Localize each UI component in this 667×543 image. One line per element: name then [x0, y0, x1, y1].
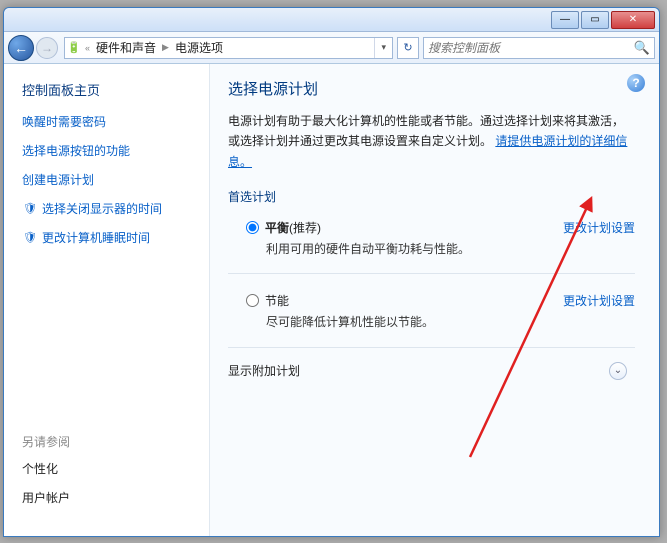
minimize-icon: — — [560, 14, 570, 25]
chevron-down-icon: ⌄ — [614, 365, 622, 376]
maximize-button[interactable]: ▭ — [581, 11, 609, 29]
breadcrumb-seg-hardware[interactable]: 硬件和声音 — [92, 39, 160, 56]
sidebar-link-label: 用户帐户 — [22, 489, 70, 506]
additional-plans-row[interactable]: 显示附加计划 ⌄ — [228, 362, 635, 380]
plan-powersaver-desc: 尽可能降低计算机性能以节能。 — [246, 313, 563, 332]
content-area: 控制面板主页 唤醒时需要密码 选择电源按钮的功能 创建电源计划 🛡选择关闭显示器… — [4, 64, 659, 536]
address-dropdown[interactable]: ▾ — [374, 38, 392, 58]
separator — [228, 347, 635, 348]
sidebar: 控制面板主页 唤醒时需要密码 选择电源按钮的功能 创建电源计划 🛡选择关闭显示器… — [4, 64, 209, 536]
control-panel-icon: 🔋 — [65, 41, 83, 54]
additional-plans-label: 显示附加计划 — [228, 362, 300, 379]
intro-text: 电源计划有助于最大化计算机的性能或者节能。通过选择计划来将其激活，或选择计划并通… — [228, 111, 635, 172]
maximize-icon: ▭ — [590, 14, 599, 25]
forward-button[interactable]: → — [36, 37, 58, 59]
search-icon: 🔍 — [634, 40, 650, 56]
chevron-right-icon: « — [83, 43, 92, 53]
back-arrow-icon: ← — [14, 40, 28, 56]
change-plan-link-powersaver[interactable]: 更改计划设置 — [563, 292, 635, 309]
navigation-bar: ← → 🔋 « 硬件和声音 ▶ 电源选项 ▾ ↻ 🔍 — [4, 32, 659, 64]
change-plan-link-balanced[interactable]: 更改计划设置 — [563, 219, 635, 236]
help-icon[interactable]: ? — [627, 74, 645, 92]
plan-balanced-radio[interactable]: 平衡 (推荐) — [246, 219, 563, 236]
sidebar-link-label: 选择电源按钮的功能 — [22, 142, 130, 159]
titlebar: — ▭ ✕ — [4, 8, 659, 32]
see-also-label: 另请参阅 — [22, 433, 70, 450]
sidebar-link-label: 选择关闭显示器的时间 — [42, 200, 162, 217]
separator — [228, 273, 635, 274]
breadcrumb-seg-power[interactable]: 电源选项 — [171, 39, 227, 56]
plan-balanced: 平衡 (推荐) 利用可用的硬件自动平衡功耗与性能。 更改计划设置 — [228, 215, 635, 263]
search-input[interactable] — [428, 41, 634, 55]
control-panel-window: — ▭ ✕ ← → 🔋 « 硬件和声音 ▶ 电源选项 ▾ ↻ 🔍 控制面板主页 … — [3, 7, 660, 537]
close-icon: ✕ — [629, 14, 637, 25]
sidebar-link-label: 创建电源计划 — [22, 171, 94, 188]
plan-powersaver-radio[interactable]: 节能 — [246, 292, 563, 309]
sidebar-title[interactable]: 控制面板主页 — [22, 80, 191, 99]
shield-icon: 🛡 — [22, 201, 38, 217]
sidebar-link-create-plan[interactable]: 创建电源计划 — [22, 171, 191, 188]
sidebar-link-power-button[interactable]: 选择电源按钮的功能 — [22, 142, 191, 159]
radio-input[interactable] — [246, 294, 259, 307]
refresh-button[interactable]: ↻ — [397, 37, 419, 59]
sidebar-link-label: 唤醒时需要密码 — [22, 113, 106, 130]
plan-balanced-desc: 利用可用的硬件自动平衡功耗与性能。 — [246, 240, 563, 259]
plan-powersaver: 节能 尽可能降低计算机性能以节能。 更改计划设置 — [228, 288, 635, 336]
shield-icon: 🛡 — [22, 230, 38, 246]
sidebar-link-label: 更改计算机睡眠时间 — [42, 229, 150, 246]
main-panel: ? 选择电源计划 电源计划有助于最大化计算机的性能或者节能。通过选择计划来将其激… — [209, 64, 659, 536]
sidebar-bottom: 另请参阅 个性化 用户帐户 — [22, 433, 70, 518]
expand-button[interactable]: ⌄ — [609, 362, 627, 380]
sidebar-link-user-accounts[interactable]: 用户帐户 — [22, 489, 70, 506]
minimize-button[interactable]: — — [551, 11, 579, 29]
address-bar[interactable]: 🔋 « 硬件和声音 ▶ 电源选项 ▾ — [64, 37, 393, 59]
plan-recommended-label: (推荐) — [289, 219, 321, 236]
radio-input[interactable] — [246, 221, 259, 234]
plan-name-label: 节能 — [265, 292, 289, 309]
close-button[interactable]: ✕ — [611, 11, 655, 29]
preferred-plans-label: 首选计划 — [228, 188, 635, 205]
sidebar-link-sleep-time[interactable]: 🛡更改计算机睡眠时间 — [22, 229, 191, 246]
sidebar-link-label: 个性化 — [22, 460, 58, 477]
back-button[interactable]: ← — [8, 35, 34, 61]
refresh-icon: ↻ — [403, 41, 412, 54]
plan-name-label: 平衡 — [265, 219, 289, 236]
sidebar-link-personalization[interactable]: 个性化 — [22, 460, 70, 477]
page-title: 选择电源计划 — [228, 78, 635, 99]
chevron-right-icon: ▶ — [160, 42, 171, 53]
forward-arrow-icon: → — [41, 41, 53, 55]
sidebar-link-display-off[interactable]: 🛡选择关闭显示器的时间 — [22, 200, 191, 217]
search-box[interactable]: 🔍 — [423, 37, 655, 59]
sidebar-link-wake-password[interactable]: 唤醒时需要密码 — [22, 113, 191, 130]
